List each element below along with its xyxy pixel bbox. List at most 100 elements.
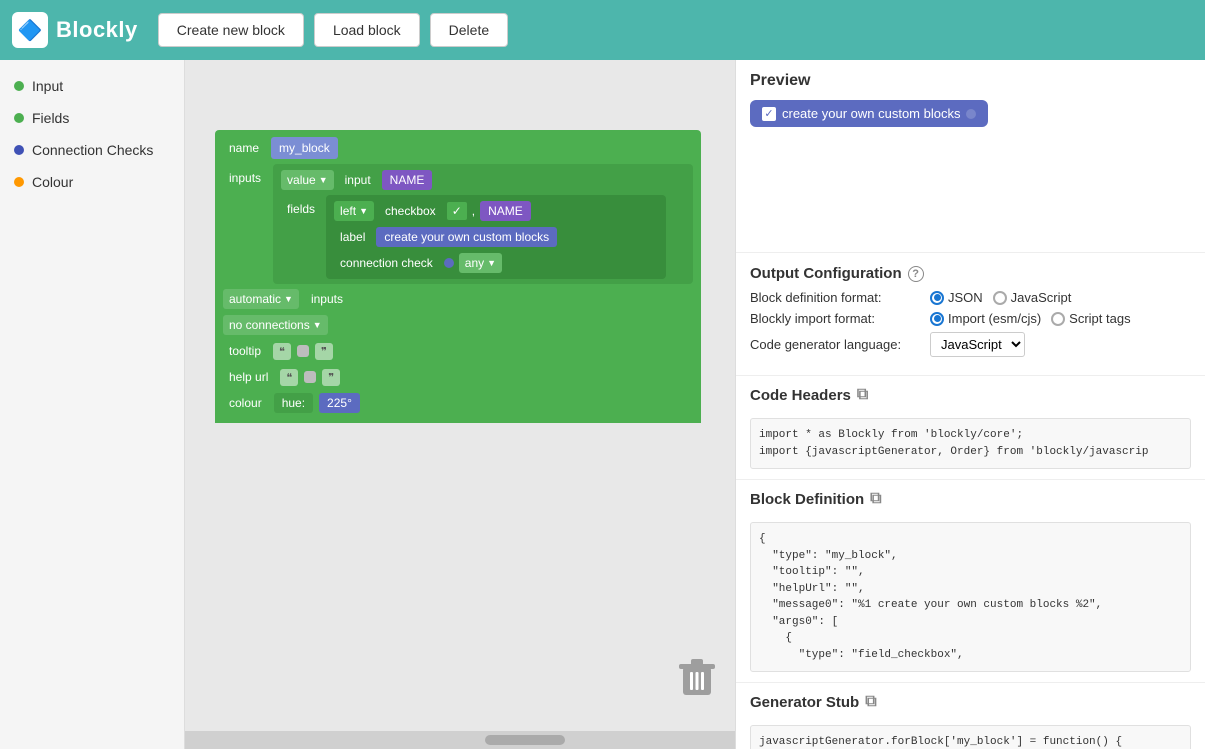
block-canvas: name my_block inputs value bbox=[185, 60, 735, 729]
workspace-scrollbar[interactable] bbox=[185, 731, 735, 749]
colour-dot bbox=[14, 177, 24, 187]
block-definition-block: { "type": "my_block", "tooltip": "", "he… bbox=[750, 522, 1191, 672]
sidebar-item-input-label: Input bbox=[32, 78, 63, 94]
trash-icon[interactable] bbox=[679, 657, 715, 699]
output-config-help-icon[interactable]: ? bbox=[908, 266, 924, 282]
sidebar-item-fields[interactable]: Fields bbox=[0, 102, 184, 134]
name-field: NAME bbox=[480, 201, 531, 221]
tooltip-value[interactable] bbox=[297, 345, 309, 357]
sidebar-item-connection-checks[interactable]: Connection Checks bbox=[0, 134, 184, 166]
header: 🔷 Blockly Create new block Load block De… bbox=[0, 0, 1205, 60]
preview-block: ✓ create your own custom blocks bbox=[750, 100, 988, 127]
output-configuration-section: Output Configuration ? Block definition … bbox=[736, 253, 1205, 376]
code-headers-header: Code Headers ⧉ bbox=[750, 386, 1191, 412]
sidebar-item-colour[interactable]: Colour bbox=[0, 166, 184, 198]
import-row: Blockly import format: Import (esm/cjs) … bbox=[750, 311, 1191, 326]
inputs-label: inputs bbox=[223, 168, 267, 188]
import-script-radio[interactable] bbox=[1051, 312, 1065, 326]
format-label: Block definition format: bbox=[750, 290, 930, 305]
automatic-dropdown[interactable]: automatic bbox=[223, 289, 299, 309]
generator-row: Code generator language: JavaScript Pyth… bbox=[750, 332, 1191, 357]
generator-stub-block: javascriptGenerator.forBlock['my_block']… bbox=[750, 725, 1191, 749]
connection-checks-dot bbox=[14, 145, 24, 155]
fields-label: fields bbox=[281, 199, 321, 219]
scrollbar-thumb[interactable] bbox=[485, 735, 565, 745]
import-esm-radio[interactable] bbox=[930, 312, 944, 326]
block-definition-header: Block Definition ⧉ bbox=[750, 490, 1191, 516]
preview-block-text: create your own custom blocks bbox=[782, 106, 960, 121]
code-headers-section: Code Headers ⧉ import * as Blockly from … bbox=[736, 376, 1205, 480]
preview-title: Preview bbox=[750, 72, 1191, 90]
sidebar-item-colour-label: Colour bbox=[32, 174, 73, 190]
hue-value[interactable]: 225° bbox=[319, 393, 360, 413]
output-config-title: Output Configuration ? bbox=[750, 265, 1191, 282]
input-name: NAME bbox=[382, 170, 433, 190]
name-row: name my_block inputs value bbox=[215, 130, 701, 423]
sidebar-item-connection-checks-label: Connection Checks bbox=[32, 142, 153, 158]
format-radio-group: JSON JavaScript bbox=[930, 290, 1071, 305]
colour-label: colour bbox=[223, 393, 268, 413]
block-definition-title: Block Definition ⧉ bbox=[750, 490, 882, 508]
import-script-option[interactable]: Script tags bbox=[1051, 311, 1130, 326]
block-editor: name my_block inputs value bbox=[215, 130, 701, 426]
block-definition-copy-icon[interactable]: ⧉ bbox=[870, 490, 881, 508]
preview-block-notch bbox=[966, 109, 976, 119]
block-definition-section: Block Definition ⧉ { "type": "my_block",… bbox=[736, 480, 1205, 683]
right-panel: Preview ✓ create your own custom blocks … bbox=[735, 60, 1205, 749]
import-esm-option[interactable]: Import (esm/cjs) bbox=[930, 311, 1041, 326]
create-new-block-button[interactable]: Create new block bbox=[158, 13, 304, 47]
generator-stub-section: Generator Stub ⧉ javascriptGenerator.for… bbox=[736, 683, 1205, 749]
workspace[interactable]: name my_block inputs value bbox=[185, 60, 735, 749]
left-dropdown[interactable]: left bbox=[334, 201, 374, 221]
load-block-button[interactable]: Load block bbox=[314, 13, 420, 47]
code-headers-title: Code Headers ⧉ bbox=[750, 386, 868, 404]
code-headers-copy-icon[interactable]: ⧉ bbox=[857, 386, 868, 404]
tooltip-label: tooltip bbox=[223, 341, 267, 361]
connection-check-dot bbox=[444, 258, 454, 268]
help-url-quote-close: ❞ bbox=[322, 369, 340, 386]
generator-stub-copy-icon[interactable]: ⧉ bbox=[865, 693, 876, 711]
label-value: create your own custom blocks bbox=[376, 227, 557, 247]
generator-label: Code generator language: bbox=[750, 337, 930, 352]
generator-select[interactable]: JavaScript Python PHP Lua Dart bbox=[930, 332, 1025, 357]
fields-dot bbox=[14, 113, 24, 123]
format-row: Block definition format: JSON JavaScript bbox=[750, 290, 1191, 305]
import-radio-group: Import (esm/cjs) Script tags bbox=[930, 311, 1131, 326]
sidebar: Input Fields Connection Checks Colour bbox=[0, 60, 185, 749]
checkbox-label: checkbox bbox=[379, 201, 442, 221]
connection-check-label: connection check bbox=[334, 253, 439, 273]
format-json-label: JSON bbox=[948, 290, 983, 305]
generator-stub-header: Generator Stub ⧉ bbox=[750, 693, 1191, 719]
format-js-radio[interactable] bbox=[993, 291, 1007, 305]
name-label: name bbox=[223, 138, 265, 158]
import-label: Blockly import format: bbox=[750, 311, 930, 326]
name-value[interactable]: my_block bbox=[271, 137, 338, 159]
preview-section: Preview ✓ create your own custom blocks bbox=[736, 60, 1205, 253]
sidebar-item-fields-label: Fields bbox=[32, 110, 69, 126]
label-text: label bbox=[334, 227, 371, 247]
main-layout: Input Fields Connection Checks Colour na… bbox=[0, 60, 1205, 749]
tooltip-quote-open: ❝ bbox=[273, 343, 291, 360]
tooltip-quote-close: ❞ bbox=[315, 343, 333, 360]
import-esm-label: Import (esm/cjs) bbox=[948, 311, 1041, 326]
no-connections-dropdown[interactable]: no connections bbox=[223, 315, 328, 335]
help-url-value[interactable] bbox=[304, 371, 316, 383]
code-headers-block: import * as Blockly from 'blockly/core';… bbox=[750, 418, 1191, 469]
inputs-label2: inputs bbox=[305, 289, 349, 309]
hue-label: hue: bbox=[274, 393, 313, 413]
logo-icon: 🔷 bbox=[12, 12, 48, 48]
format-js-option[interactable]: JavaScript bbox=[993, 290, 1072, 305]
format-js-label: JavaScript bbox=[1011, 290, 1072, 305]
help-url-label: help url bbox=[223, 367, 274, 387]
delete-button[interactable]: Delete bbox=[430, 13, 508, 47]
sidebar-item-input[interactable]: Input bbox=[0, 70, 184, 102]
checkbox-checked: ✓ bbox=[447, 202, 467, 220]
input-dot bbox=[14, 81, 24, 91]
format-json-radio[interactable] bbox=[930, 291, 944, 305]
value-dropdown[interactable]: value bbox=[281, 170, 334, 190]
help-url-quote-open: ❝ bbox=[280, 369, 298, 386]
import-script-label: Script tags bbox=[1069, 311, 1130, 326]
format-json-option[interactable]: JSON bbox=[930, 290, 983, 305]
preview-canvas: ✓ create your own custom blocks bbox=[750, 100, 1191, 240]
any-dropdown[interactable]: any bbox=[459, 253, 502, 273]
